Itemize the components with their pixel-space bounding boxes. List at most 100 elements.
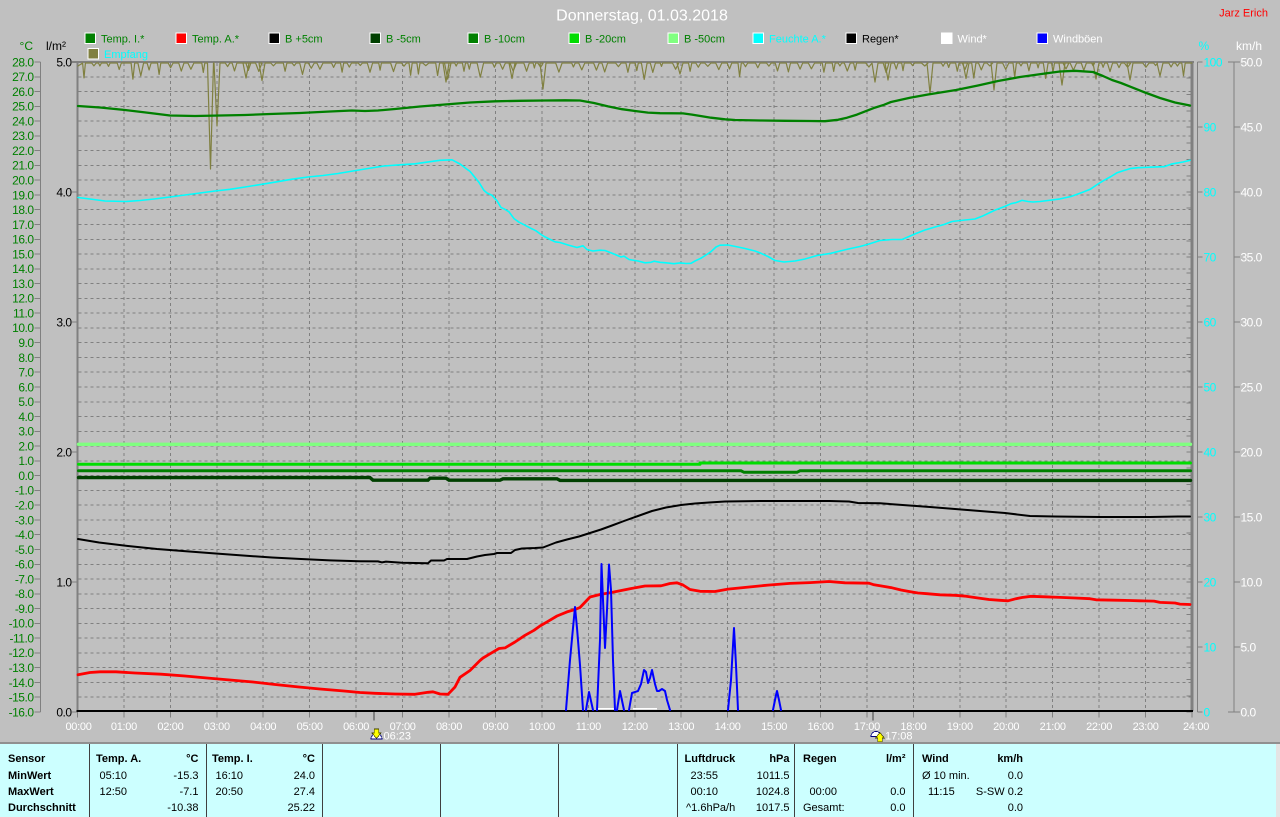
svg-text:23.0: 23.0	[12, 129, 34, 143]
svg-text:-15.0: -15.0	[9, 691, 35, 705]
svg-text:Jarz Erich: Jarz Erich	[1219, 8, 1268, 20]
svg-text:Regen*: Regen*	[862, 34, 899, 46]
svg-text:1.0: 1.0	[18, 454, 34, 468]
svg-text:26.0: 26.0	[12, 85, 34, 99]
svg-text:28.0: 28.0	[12, 55, 34, 69]
svg-text:-14.0: -14.0	[9, 676, 35, 690]
svg-text:8.0: 8.0	[18, 351, 34, 365]
svg-text:20.0: 20.0	[1241, 445, 1263, 459]
svg-text:15.0: 15.0	[12, 247, 34, 261]
svg-text:Temp. A.*: Temp. A.*	[192, 34, 240, 46]
svg-text:-3.0: -3.0	[15, 513, 35, 527]
svg-text:05:00: 05:00	[297, 721, 323, 733]
svg-text:B -5cm: B -5cm	[386, 34, 421, 46]
svg-text:0.0: 0.0	[1241, 705, 1257, 719]
svg-text:-6.0: -6.0	[15, 558, 35, 572]
svg-text:24.0: 24.0	[12, 114, 34, 128]
svg-text:30: 30	[1204, 510, 1217, 524]
svg-text:00:00: 00:00	[65, 721, 91, 733]
svg-text:40.0: 40.0	[1241, 185, 1263, 199]
svg-text:80: 80	[1204, 185, 1217, 199]
svg-text:03:00: 03:00	[204, 721, 230, 733]
svg-text:-10.0: -10.0	[9, 617, 35, 631]
svg-text:2.0: 2.0	[56, 445, 72, 459]
svg-text:100: 100	[1204, 55, 1223, 69]
svg-text:10: 10	[1204, 640, 1217, 654]
svg-text:Feuchte A.*: Feuchte A.*	[769, 34, 827, 46]
svg-text:0: 0	[1204, 705, 1211, 719]
svg-text:10.0: 10.0	[12, 321, 34, 335]
svg-text:l/m²: l/m²	[46, 39, 66, 53]
svg-text:-5.0: -5.0	[15, 543, 35, 557]
svg-text:-1.0: -1.0	[15, 484, 35, 498]
svg-text:24:00: 24:00	[1183, 721, 1209, 733]
svg-text:13.0: 13.0	[12, 277, 34, 291]
svg-text:Wind*: Wind*	[958, 34, 988, 46]
svg-text:%: %	[1199, 39, 1210, 53]
svg-text:16.0: 16.0	[12, 233, 34, 247]
svg-text:19:00: 19:00	[947, 721, 973, 733]
svg-text:-2.0: -2.0	[15, 499, 35, 513]
svg-text:6.0: 6.0	[18, 380, 34, 394]
svg-text:17:00: 17:00	[854, 721, 880, 733]
svg-text:-8.0: -8.0	[15, 587, 35, 601]
svg-text:2.0: 2.0	[18, 439, 34, 453]
svg-text:4.0: 4.0	[18, 410, 34, 424]
svg-text:15:00: 15:00	[761, 721, 787, 733]
svg-text:04:00: 04:00	[250, 721, 276, 733]
svg-text:13:00: 13:00	[668, 721, 694, 733]
svg-text:B -50cm: B -50cm	[684, 34, 725, 46]
svg-text:18.0: 18.0	[12, 203, 34, 217]
svg-text:10.0: 10.0	[1241, 575, 1263, 589]
svg-text:B -10cm: B -10cm	[484, 34, 525, 46]
svg-text:30.0: 30.0	[1241, 315, 1263, 329]
svg-text:17:08: 17:08	[885, 731, 913, 743]
svg-text:20: 20	[1204, 575, 1217, 589]
svg-text:15.0: 15.0	[1241, 510, 1263, 524]
svg-text:02:00: 02:00	[157, 721, 183, 733]
svg-text:50.0: 50.0	[1241, 55, 1263, 69]
svg-text:12.0: 12.0	[12, 292, 34, 306]
svg-text:60: 60	[1204, 315, 1217, 329]
svg-text:25.0: 25.0	[1241, 380, 1263, 394]
svg-text:B +5cm: B +5cm	[285, 34, 323, 46]
svg-text:20.0: 20.0	[12, 174, 34, 188]
svg-text:16:00: 16:00	[807, 721, 833, 733]
svg-text:21.0: 21.0	[12, 159, 34, 173]
svg-text:-4.0: -4.0	[15, 528, 35, 542]
svg-text:5.0: 5.0	[56, 55, 72, 69]
svg-text:27.0: 27.0	[12, 70, 34, 84]
svg-text:22.0: 22.0	[12, 144, 34, 158]
svg-text:10:00: 10:00	[529, 721, 555, 733]
svg-text:-13.0: -13.0	[9, 661, 35, 675]
svg-text:21:00: 21:00	[1040, 721, 1066, 733]
svg-text:06:00: 06:00	[343, 721, 369, 733]
svg-text:11.0: 11.0	[13, 306, 34, 320]
svg-text:90: 90	[1204, 120, 1217, 134]
svg-text:4.0: 4.0	[56, 185, 72, 199]
svg-text:Donnerstag, 01.03.2018: Donnerstag, 01.03.2018	[556, 8, 728, 25]
svg-text:70: 70	[1204, 250, 1217, 264]
svg-text:-9.0: -9.0	[15, 602, 35, 616]
svg-text:12:00: 12:00	[622, 721, 648, 733]
svg-text:17.0: 17.0	[12, 218, 34, 232]
svg-text:-7.0: -7.0	[15, 572, 35, 586]
svg-text:40: 40	[1204, 445, 1217, 459]
svg-text:°C: °C	[20, 39, 34, 53]
svg-text:08:00: 08:00	[436, 721, 462, 733]
svg-text:22:00: 22:00	[1086, 721, 1112, 733]
svg-text:B -20cm: B -20cm	[585, 34, 626, 46]
svg-text:km/h: km/h	[1236, 39, 1262, 53]
svg-text:20:00: 20:00	[993, 721, 1019, 733]
svg-text:25.0: 25.0	[12, 100, 34, 114]
svg-text:3.0: 3.0	[18, 425, 34, 439]
svg-text:-11.0: -11.0	[10, 631, 35, 645]
svg-text:-12.0: -12.0	[9, 646, 35, 660]
svg-text:0.0: 0.0	[18, 469, 34, 483]
svg-text:7.0: 7.0	[18, 366, 34, 380]
svg-text:06:23: 06:23	[384, 731, 412, 743]
svg-text:23:00: 23:00	[1133, 721, 1159, 733]
svg-text:09:00: 09:00	[482, 721, 508, 733]
svg-text:50: 50	[1204, 380, 1217, 394]
svg-text:Temp. I.*: Temp. I.*	[101, 34, 145, 46]
